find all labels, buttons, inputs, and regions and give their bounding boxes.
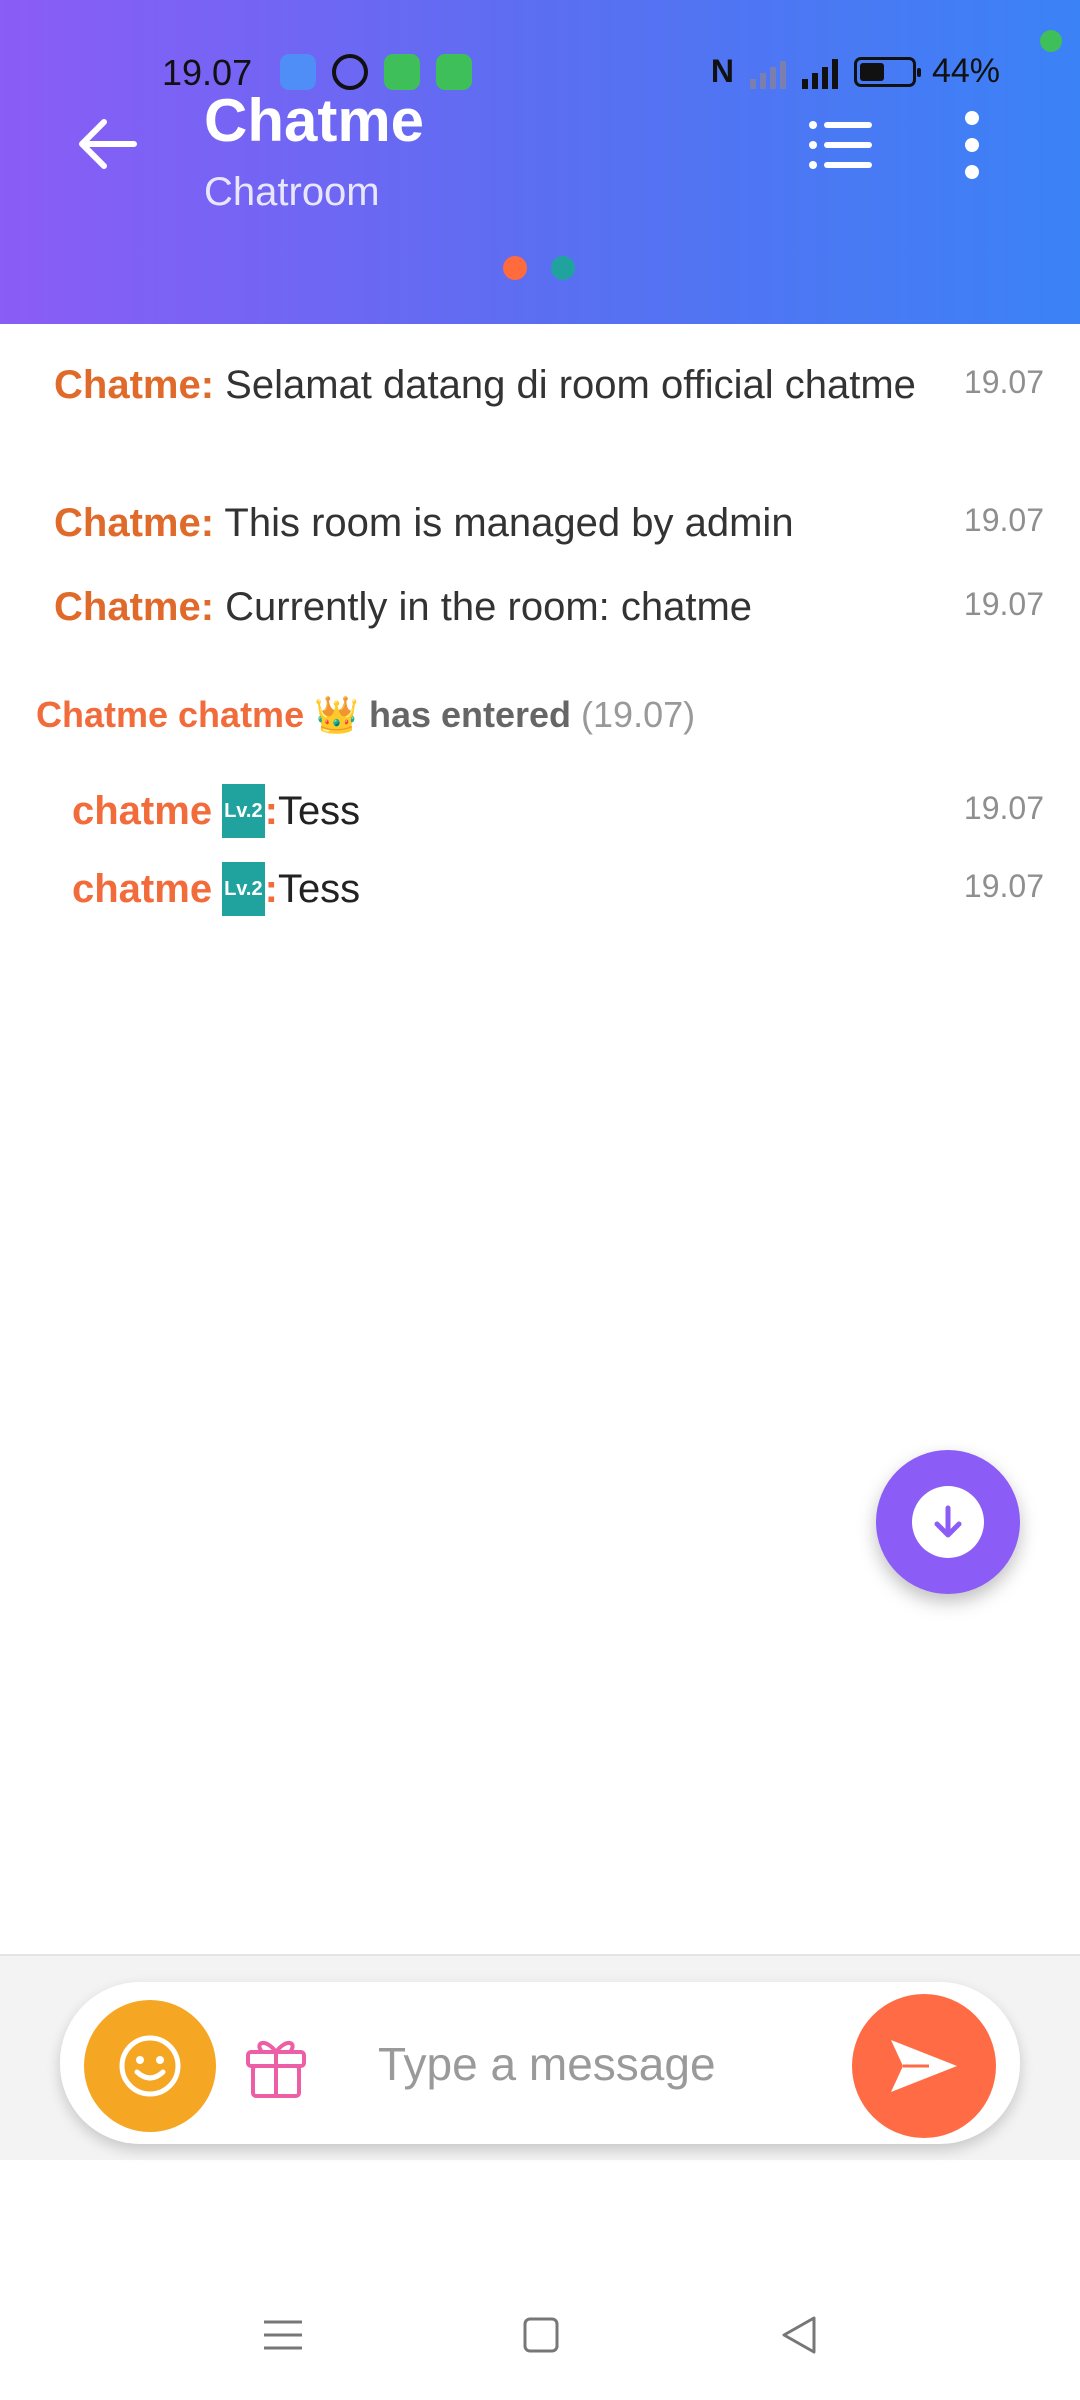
composer-bar (60, 1982, 1020, 2144)
chat-colon: : (264, 866, 278, 911)
smiley-icon (119, 2035, 181, 2097)
emoji-button[interactable] (84, 2000, 216, 2132)
chat-colon: : (264, 788, 278, 833)
message-text: This room is managed by admin (224, 501, 794, 545)
page-indicator (503, 256, 575, 280)
message-sender: Chatme: (54, 585, 215, 629)
page-dot (551, 256, 575, 280)
more-vertical-icon[interactable] (952, 110, 992, 180)
phone-icon (384, 54, 420, 90)
home-nav-icon[interactable] (516, 2310, 566, 2360)
chat-text: Tess (277, 788, 361, 833)
message-time: 19.07 (963, 502, 1044, 538)
entered-user-name: Chatme chatme (36, 694, 305, 735)
signal-4g-icon (801, 55, 838, 89)
message-input[interactable] (378, 2022, 838, 2106)
page-title: Chatme (204, 87, 425, 154)
entered-text: has entered (368, 694, 572, 735)
message-time: 19.07 (963, 790, 1044, 826)
nfc-icon: N (710, 53, 734, 89)
message-text: Selamat datang di room official chatme (225, 363, 916, 407)
scroll-to-bottom-button[interactable] (876, 1450, 1020, 1594)
arrow-down-circle (912, 1486, 984, 1558)
level-badge: Lv.2 (222, 784, 265, 838)
send-button[interactable] (852, 1994, 996, 2138)
user-entered-notice: Chatme chatme 👑 has entered (19.07) (36, 694, 695, 736)
battery-icon (853, 56, 921, 87)
arrow-down-icon (934, 1505, 962, 1538)
message-time: 19.07 (963, 586, 1044, 622)
system-message: Chatme: Currently in the room: chatme (54, 580, 924, 634)
page-subtitle: Chatroom (204, 170, 380, 214)
status-right: N 44% (711, 52, 1000, 91)
back-arrow-icon[interactable] (74, 110, 142, 178)
crown-emoji: 👑 (314, 694, 359, 735)
app-header: 19.07 N 44% Chatme Chatroom (0, 0, 1080, 324)
entered-time: (19.07) (581, 694, 696, 735)
chat-text: Tess (277, 866, 361, 911)
gift-icon[interactable] (244, 2032, 308, 2100)
signal-icon (749, 55, 786, 89)
system-nav-bar (0, 2300, 1080, 2370)
battery-percent: 44% (931, 52, 1000, 90)
shield-icon (436, 54, 472, 90)
send-icon (891, 2040, 957, 2092)
privacy-indicator-dot (1040, 30, 1062, 52)
system-message: Chatme: This room is managed by admin (54, 496, 924, 550)
level-badge: Lv.2 (222, 862, 265, 916)
message-sender: Chatme: (54, 363, 215, 407)
message-time: 19.07 (963, 868, 1044, 904)
system-message: Chatme: Selamat datang di room official … (54, 358, 924, 412)
chat-user-name[interactable]: chatme (72, 867, 212, 912)
page-dot-active (503, 256, 527, 280)
menu-nav-icon[interactable] (258, 2310, 308, 2360)
message-text: Currently in the room: chatme (225, 585, 753, 629)
chat-user-name[interactable]: chatme (72, 789, 212, 834)
back-nav-icon[interactable] (774, 2310, 824, 2360)
composer-area (0, 1954, 1080, 2160)
status-bar: 19.07 N 44% (0, 44, 1080, 100)
chat-message: chatme Lv.2 : Tess (72, 784, 360, 838)
chat-app-icon (332, 54, 368, 90)
weather-icon (280, 54, 316, 90)
list-icon[interactable] (808, 118, 874, 172)
chat-message: chatme Lv.2 : Tess (72, 862, 360, 916)
message-time: 19.07 (963, 364, 1044, 400)
chat-screen: 19.07 N 44% Chatme Chatroom Chatme: Sela… (0, 0, 1080, 2400)
message-sender: Chatme: (54, 501, 215, 545)
